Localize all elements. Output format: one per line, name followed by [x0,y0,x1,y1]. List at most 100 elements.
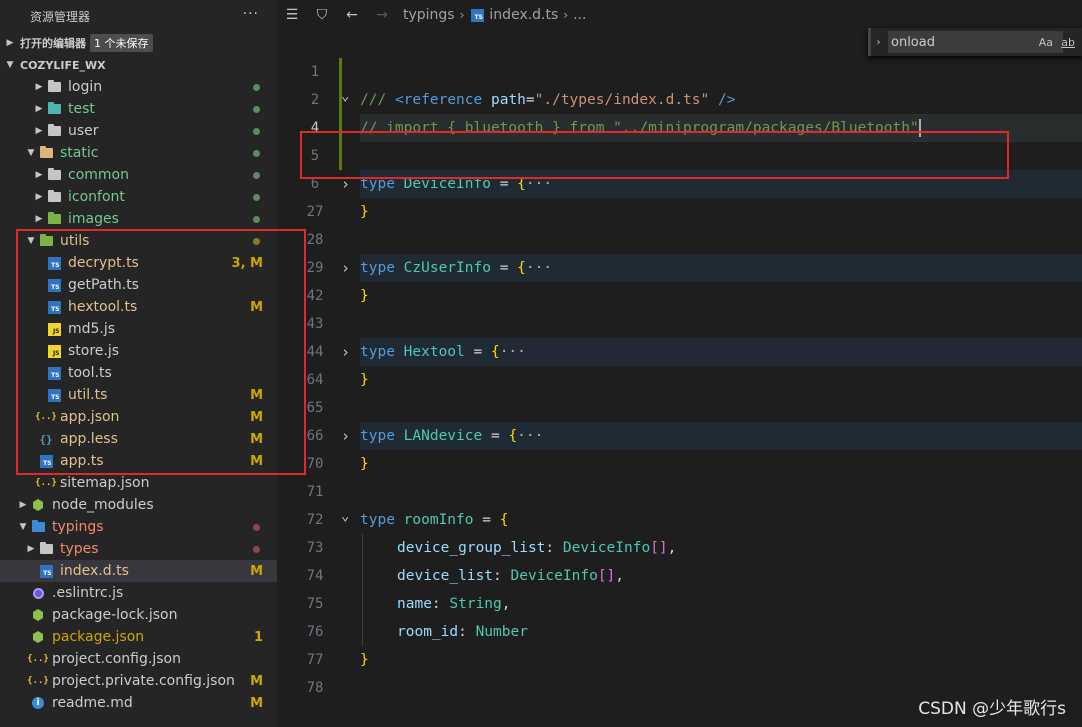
folder-icon [38,542,54,556]
type-assign: = { [482,428,518,444]
chevron-right-icon[interactable]: ▶ [32,104,46,114]
code-line[interactable]: 75 name: String, [277,590,1082,618]
tree-item[interactable]: ▼ typings [0,516,277,538]
chevron-right-icon[interactable]: ▶ [24,544,38,554]
list-icon[interactable]: ☰ [277,7,307,23]
toggle-replace-chevron-icon[interactable]: › [868,28,886,56]
tree-item[interactable]: i readme.md M [0,692,277,714]
chevron-right-icon[interactable]: ▶ [16,500,30,510]
tree-item[interactable]: package-lock.json [0,604,277,626]
forward-arrow-icon[interactable]: → [367,7,397,23]
node-file-icon [30,608,46,622]
find-input[interactable]: onload Aa ab [888,31,1075,53]
reference-close: /> [717,92,736,108]
fold-collapsed-icon[interactable]: › [341,427,350,445]
code-content: type LANdevice = {··· [360,428,543,444]
type-assign: = { [490,260,526,276]
tree-item[interactable]: ▶ test [0,98,277,120]
git-status-dot [253,194,260,201]
more-actions-icon[interactable]: ··· [243,6,259,22]
folded-ellipsis: ··· [517,428,544,444]
code-line[interactable]: 64} [277,366,1082,394]
tree-item[interactable]: ▶ iconfont [0,186,277,208]
breadcrumb-folder[interactable]: typings [403,7,455,23]
git-status-badge: M [250,695,263,711]
code-line[interactable]: 2 ⌄ /// <reference path="./types/index.d.t… [277,86,1082,114]
code-line[interactable]: 1 [277,58,1082,86]
closing-brace: } [360,204,369,220]
match-case-button[interactable]: Aa [1039,36,1053,49]
chevron-right-icon[interactable]: ▶ [32,82,46,92]
code-line[interactable]: 65 [277,394,1082,422]
node-file-icon [30,498,46,512]
tree-item[interactable]: ▶ images [0,208,277,230]
fold-expanded-icon[interactable]: ⌄ [341,508,349,524]
breadcrumb-separator-icon: › [563,8,569,22]
folder-icon [38,146,54,160]
bookmark-icon[interactable]: ⛉ [307,7,337,23]
find-input-value: onload [891,34,935,50]
code-line[interactable]: 72 ⌄ type roomInfo = { [277,506,1082,534]
tree-item[interactable]: TS index.d.ts M [0,560,277,582]
code-line[interactable]: 43 [277,310,1082,338]
code-content: } [360,456,369,472]
chevron-right-icon[interactable]: ▶ [32,192,46,202]
tree-item[interactable]: ▶ user [0,120,277,142]
tree-item[interactable]: ▶ node_modules [0,494,277,516]
code-line[interactable]: 27} [277,198,1082,226]
opening-brace: { [490,344,500,360]
code-line[interactable]: 29 › type CzUserInfo = {··· [277,254,1082,282]
tree-item[interactable]: .eslintrc.js [0,582,277,604]
find-widget: › onload Aa ab [868,28,1082,56]
opening-brace: { [508,428,518,444]
tree-item[interactable]: {..} sitemap.json [0,472,277,494]
breadcrumb-file[interactable]: index.d.ts [489,7,558,23]
tree-item[interactable]: ▶ types [0,538,277,560]
tree-item[interactable]: ▶ login [0,76,277,98]
code-line[interactable]: 66 › type LANdevice = {··· [277,422,1082,450]
tree-item[interactable]: package.json 1 [0,626,277,648]
tree-item-label: index.d.ts [60,563,129,579]
chevron-right-icon[interactable]: ▶ [32,126,46,136]
field-end: , [667,540,677,556]
line-number: 76 [306,624,324,640]
field-sep: : [431,596,450,612]
breadcrumb-tail[interactable]: ... [573,7,586,23]
tree-item[interactable]: {..} project.config.json [0,648,277,670]
field-end: , [501,596,511,612]
open-editors-section[interactable]: ▶ 打开的编辑器 1 个未保存 [0,32,277,54]
folder-icon [30,520,46,534]
code-line[interactable]: 71 [277,478,1082,506]
tree-item[interactable]: ▼ static [0,142,277,164]
folded-ellipsis: ··· [499,344,526,360]
project-section[interactable]: ▼ COZYLIFE_WX [0,54,277,76]
array-brackets: [] [597,568,616,584]
chevron-right-icon[interactable]: ▶ [32,214,46,224]
code-line[interactable]: 76 room_id: Number [277,618,1082,646]
code-content: room_id: Number [397,624,528,640]
git-status-dot [253,106,260,113]
line-number: 1 [310,64,320,80]
chevron-down-icon[interactable]: ▼ [24,148,38,158]
fold-expanded-icon[interactable]: ⌄ [341,88,349,104]
back-arrow-icon[interactable]: ← [337,7,367,23]
tree-item[interactable]: {..} project.private.config.json M [0,670,277,692]
chevron-down-icon[interactable]: ▼ [16,522,30,532]
field-key: device_list [397,568,494,584]
folder-icon [46,80,62,94]
field-key: room_id [397,624,459,640]
code-line[interactable]: 28 [277,226,1082,254]
code-line[interactable]: 44 › type Hextool = {··· [277,338,1082,366]
whole-word-button[interactable]: ab [1061,36,1075,49]
code-line[interactable]: 73 device_group_list: DeviceInfo[], [277,534,1082,562]
code-line[interactable]: 77} [277,646,1082,674]
chevron-right-icon[interactable]: ▶ [32,170,46,180]
fold-collapsed-icon[interactable]: › [341,343,350,361]
code-line[interactable]: 42} [277,282,1082,310]
type-assign: = { [464,344,500,360]
code-line[interactable]: 70} [277,450,1082,478]
fold-collapsed-icon[interactable]: › [341,259,350,277]
type-keyword: type [360,512,395,528]
tree-item[interactable]: ▶ common [0,164,277,186]
code-line[interactable]: 74 device_list: DeviceInfo[], [277,562,1082,590]
